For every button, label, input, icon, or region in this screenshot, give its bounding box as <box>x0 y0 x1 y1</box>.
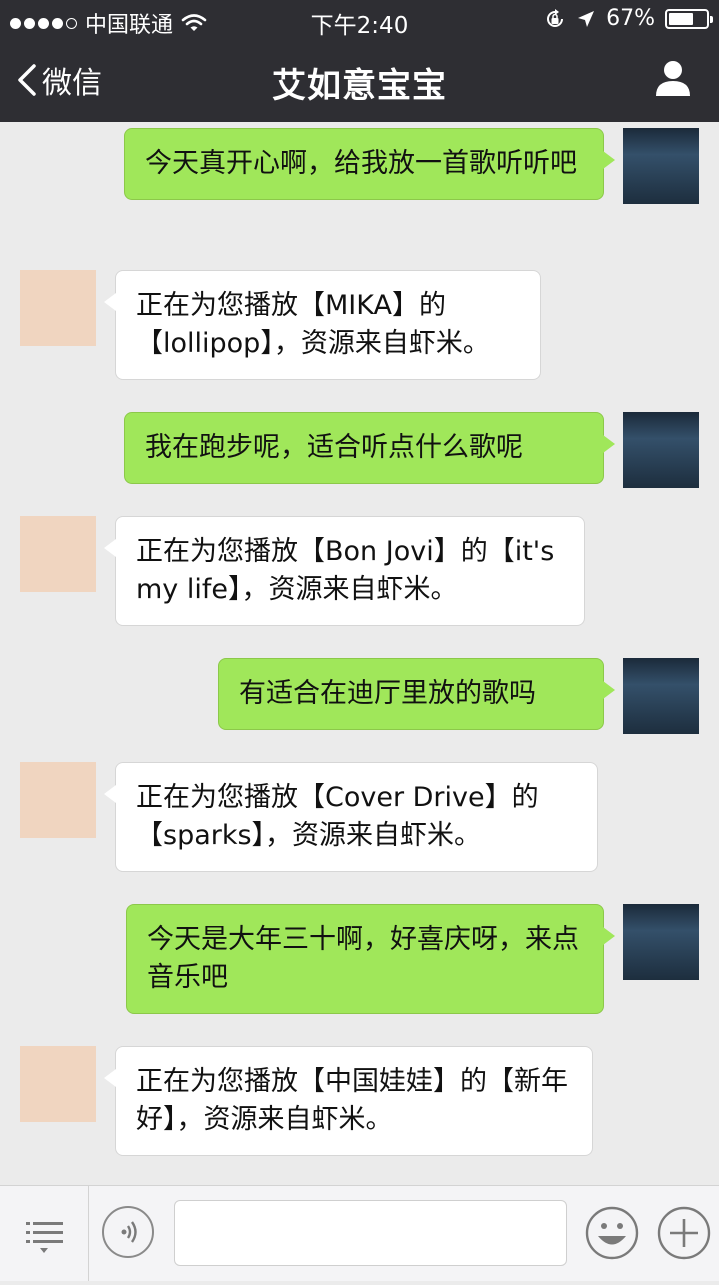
bot-message-bubble[interactable]: 正在为您播放【中国娃娃】的【新年好】，资源来自虾米。 <box>104 1046 593 1156</box>
user-avatar[interactable] <box>623 658 699 734</box>
emoji-icon[interactable] <box>584 1205 640 1261</box>
user-message-bubble[interactable]: 今天真开心啊，给我放一首歌听听吧 <box>124 128 615 200</box>
voice-icon <box>121 1221 137 1243</box>
top-bar: 中国联通 下午2:40 67% 微信 艾如意宝宝 <box>0 0 719 122</box>
chat-title: 艾如意宝宝 <box>272 66 447 106</box>
battery-icon <box>665 8 713 29</box>
user-avatar[interactable] <box>623 904 699 980</box>
bot-avatar[interactable] <box>20 1046 96 1122</box>
bot-message-bubble[interactable]: 正在为您播放【Bon Jovi】的【it's my life】，资源来自虾米。 <box>104 516 585 626</box>
voice-button[interactable] <box>102 1206 154 1258</box>
bot-avatar[interactable] <box>20 270 96 346</box>
profile-icon[interactable] <box>653 58 693 98</box>
user-message-bubble[interactable]: 今天是大年三十啊，好喜庆呀，来点音乐吧 <box>126 904 615 1014</box>
battery-fill <box>669 12 693 25</box>
input-bar <box>0 1185 719 1281</box>
plus-icon[interactable] <box>656 1205 712 1261</box>
status-right: 67% <box>544 6 713 31</box>
orientation-lock-icon <box>547 8 564 27</box>
user-message-bubble[interactable]: 我在跑步呢，适合听点什么歌呢 <box>124 412 615 484</box>
bot-avatar[interactable] <box>20 516 96 592</box>
bot-avatar[interactable] <box>20 762 96 838</box>
bot-message-bubble[interactable]: 正在为您播放【Cover Drive】的【sparks】，资源来自虾米。 <box>104 762 598 872</box>
user-avatar[interactable] <box>623 128 699 204</box>
user-message-bubble[interactable]: 有适合在迪厅里放的歌吗 <box>218 658 615 730</box>
location-arrow-icon <box>578 10 595 27</box>
message-input[interactable] <box>174 1200 567 1266</box>
bot-message-bubble[interactable]: 正在为您播放【MIKA】的【lollipop】，资源来自虾米。 <box>104 270 541 380</box>
battery-percent: 67% <box>606 6 655 31</box>
status-bar: 中国联通 下午2:40 67% <box>0 0 719 40</box>
chat-list[interactable]: 今天真开心啊，给我放一首歌听听吧 正在为您播放【MIKA】的【lollipop】… <box>0 122 719 1185</box>
nav-bar: 微信 艾如意宝宝 <box>0 40 719 122</box>
menu-list-icon <box>26 1222 63 1253</box>
user-avatar[interactable] <box>623 412 699 488</box>
menu-button[interactable] <box>0 1186 89 1281</box>
